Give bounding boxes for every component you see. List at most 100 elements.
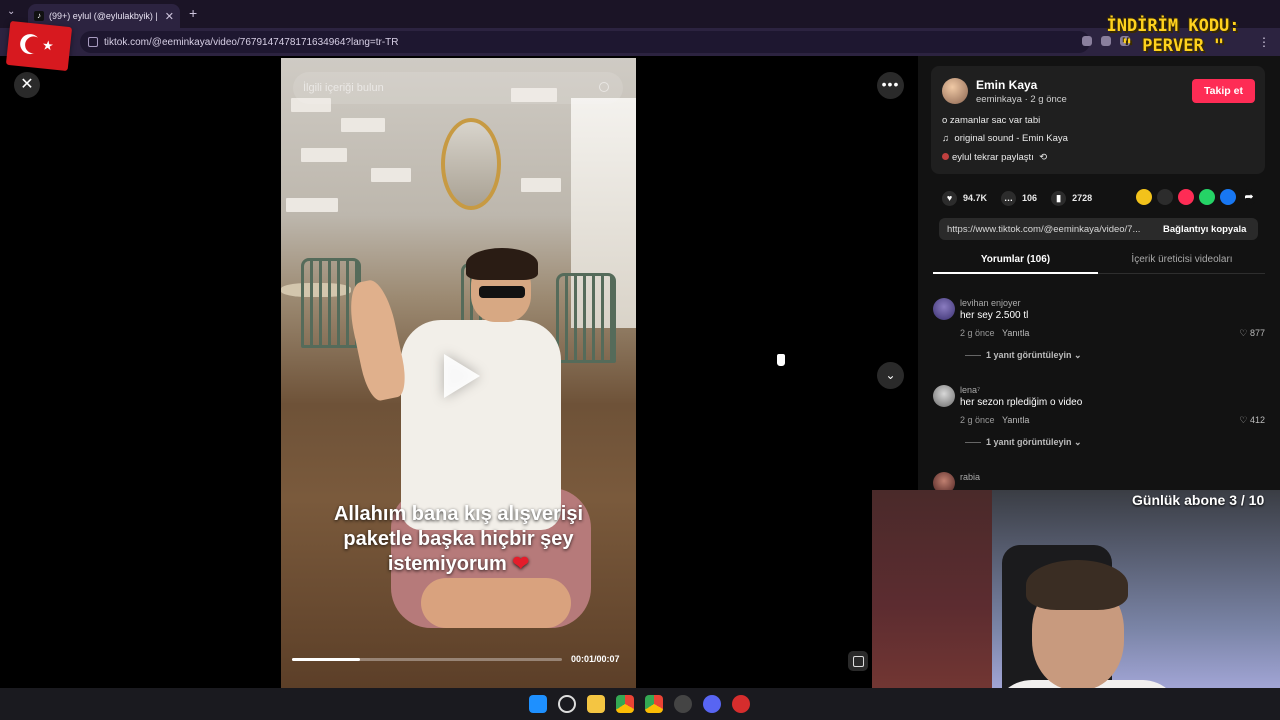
more-options-icon[interactable]: ••• [877,72,904,99]
repost-info: eylul tekrar paylaştı ⟲ [942,152,1047,163]
related-content-search[interactable]: İlgili içeriği bulun [293,72,623,104]
comment-like[interactable]: ♡ 877 [1239,328,1265,339]
view-replies-button[interactable]: 1 yanıt görüntüleyin ⌄ [965,350,1082,361]
video-player[interactable]: İlgili içeriği bulun Allahım bana kış al… [281,58,636,688]
panel-tabs: Yorumlar (106) İçerik üreticisi videolar… [933,248,1265,274]
scene-person-hair [466,248,538,280]
video-time: 00:01/00:07 [571,654,620,664]
tab-comments[interactable]: Yorumlar (106) [933,248,1098,274]
webcam-poster [872,490,992,720]
comment-count: 106 [1022,193,1038,203]
whatsapp-icon[interactable] [1199,189,1215,205]
avatar[interactable] [942,78,968,104]
reposter-avatar[interactable] [942,153,949,160]
new-tab-plus-icon[interactable]: + [189,5,197,21]
copy-link-button[interactable]: Bağlantıyı kopyala [1163,224,1246,235]
close-tab-icon[interactable]: ✕ [165,10,174,23]
steam-icon[interactable] [674,695,692,713]
post-info-card: Emin Kaya eeminkaya · 2 g önce Takip et … [931,66,1265,174]
url-field[interactable]: tiktok.com/@eeminkaya/video/767914747817… [80,31,1090,53]
windows-start-icon[interactable] [529,695,547,713]
author-name[interactable]: Emin Kaya [976,78,1037,92]
scene-brick [301,148,347,162]
browser-menu-icon[interactable]: ⋮ [1258,35,1270,49]
flag-crescent-cutout [24,35,43,55]
tab-list-chevron-icon[interactable]: ⌄ [7,6,15,17]
discord-icon[interactable] [703,695,721,713]
comment-username[interactable]: rabia [960,472,980,482]
next-video-chevron-icon[interactable]: ⌄ [877,362,904,389]
flag-star-icon: ★ [41,37,55,54]
comment-like-count: 877 [1249,328,1265,338]
heart-icon[interactable]: ♥ [942,190,957,206]
divider [965,442,981,444]
chrome-icon[interactable] [645,695,663,713]
avatar[interactable] [933,298,955,320]
recording-app-icon[interactable] [732,695,750,713]
post-stats: ♥ 94.7K … 106 ▮ 2728 [942,190,1106,206]
comment-date: 2 g önce [960,415,995,425]
repost-text: eylul tekrar paylaştı [952,152,1034,163]
extension-icon[interactable] [1082,36,1092,46]
view-replies-button[interactable]: 1 yanıt görüntüleyin ⌄ [965,437,1082,448]
chrome-icon[interactable] [616,695,634,713]
like-stat[interactable]: ♥ 94.7K [942,190,988,206]
scene-brick [371,168,411,182]
promo-code-overlay: İNDİRİM KODU: " PERVER " [1098,16,1248,56]
comment-stat[interactable]: … 106 [1001,190,1038,206]
file-explorer-icon[interactable] [587,695,605,713]
tab-creator-videos[interactable]: İçerik üreticisi videoları [1099,248,1265,274]
scene-mirror [441,118,501,210]
post-description: o zamanlar sac var tabi [942,115,1041,126]
avatar[interactable] [933,385,955,407]
tiktok-favicon-icon: ♪ [34,11,44,21]
list-item: lena⁷ her sezon rplediğim o video 2 g ön… [933,385,1265,451]
browser-tab-title: (99+) eylul (@eylulakbyik) | TikT [49,11,160,21]
link-row: https://www.tiktok.com/@eeminkaya/video/… [939,218,1258,240]
chevron-down-icon: ⌄ [1074,437,1082,447]
play-icon[interactable] [444,354,480,398]
url-text: tiktok.com/@eeminkaya/video/767914747817… [104,36,399,48]
coin-icon[interactable] [1136,189,1152,205]
close-icon[interactable]: ✕ [14,72,40,98]
reply-button[interactable]: Yanıtla [1002,415,1029,425]
site-info-icon[interactable] [88,37,98,47]
scene-brick [341,118,385,132]
search-icon[interactable] [558,695,576,713]
scene-sunglasses [479,286,525,298]
hand-cursor-icon [776,353,786,367]
heart-outline-icon[interactable]: ♡ [1239,415,1247,425]
comment-like[interactable]: ♡ 412 [1239,415,1265,426]
caption-line-last: istemiyorum ❤ [301,552,616,577]
video-link[interactable]: https://www.tiktok.com/@eeminkaya/video/… [947,224,1157,235]
save-stat[interactable]: ▮ 2728 [1051,190,1093,206]
bookmark-icon[interactable]: ▮ [1051,190,1067,206]
like-count: 94.7K [963,193,988,203]
follow-button[interactable]: Takip et [1192,79,1255,103]
search-icon[interactable] [599,82,609,92]
post-sound[interactable]: ♫ original sound - Emin Kaya [942,133,1068,144]
scene-brick [521,178,561,192]
windows-taskbar [0,688,1280,720]
list-item: levihan enjoyer her sey 2.500 tl 2 g önc… [933,298,1265,364]
comment-icon[interactable]: … [1001,190,1017,206]
browser-tab-bar: ⌄ ♪ (99+) eylul (@eylulakbyik) | TikT ✕ … [0,0,1280,28]
embed-icon[interactable] [1157,189,1173,205]
streamer-webcam [872,490,1280,720]
comment-username[interactable]: levihan enjoyer [960,298,1021,308]
taskbar-icons [529,695,750,713]
share-arrow-icon[interactable]: ➦ [1241,189,1257,205]
heart-outline-icon[interactable]: ♡ [1239,328,1247,338]
video-progress-bar[interactable] [292,658,562,661]
reply-button[interactable]: Yanıtla [1002,328,1029,338]
author-username-date: eeminkaya · 2 g önce [976,94,1067,105]
facebook-icon[interactable] [1220,189,1236,205]
comment-like-count: 412 [1249,415,1265,425]
scene-person-knees [421,578,571,628]
picture-in-picture-icon[interactable] [848,651,868,671]
view-replies-label: 1 yanıt görüntüleyin [986,350,1072,360]
send-icon[interactable] [1178,189,1194,205]
save-count: 2728 [1072,193,1093,203]
promo-code: " PERVER " [1121,36,1225,56]
comment-username[interactable]: lena⁷ [960,385,980,395]
